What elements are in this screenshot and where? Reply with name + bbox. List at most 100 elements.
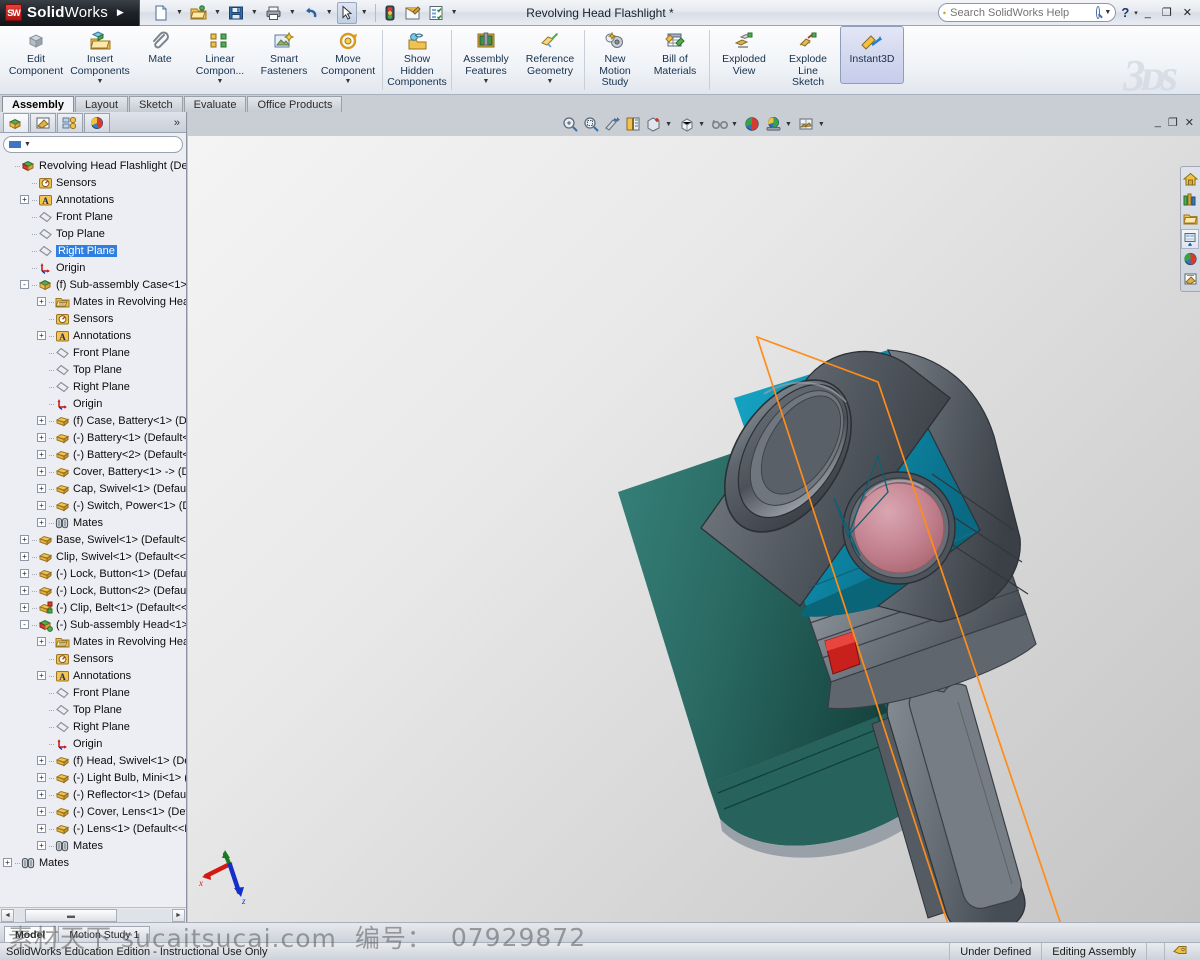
tree-item[interactable]: + ··· Mates xyxy=(0,837,186,854)
display-style-caret-icon[interactable]: ▼ xyxy=(665,121,672,128)
tree-item[interactable]: + ··· Mates xyxy=(0,854,186,871)
tree-item[interactable]: ··· Revolving Head Flashlight (Defau xyxy=(0,157,186,174)
tree-item[interactable]: + ··· Cap, Swivel<1> (Default< xyxy=(0,480,186,497)
view-palette-icon[interactable] xyxy=(1181,229,1199,249)
configuration-manager-tab[interactable] xyxy=(57,113,83,132)
section-view-icon[interactable] xyxy=(602,115,621,134)
tree-item[interactable]: ··· Right Plane xyxy=(0,378,186,395)
tree-expand-icon[interactable]: + xyxy=(37,484,46,493)
doc-restore-button[interactable]: ❐ xyxy=(1168,116,1178,129)
ribbon-linear-component-pattern[interactable]: Linear Compon... ▼ xyxy=(188,26,252,92)
tab-motion-study-1[interactable]: Motion Study 1 xyxy=(58,926,151,942)
scroll-right-arrow-icon[interactable]: ► xyxy=(172,908,185,922)
rebuild-button[interactable] xyxy=(380,2,400,24)
select-tool-button[interactable] xyxy=(336,1,357,24)
tree-expand-icon[interactable]: + xyxy=(37,433,46,442)
tree-item[interactable]: + ··· Clip, Swivel<1> (Default<<De xyxy=(0,548,186,565)
tree-item[interactable]: ··· Front Plane xyxy=(0,208,186,225)
ribbon-assembly-features[interactable]: Assembly Features ▼ xyxy=(454,26,518,92)
display-manager-tab[interactable] xyxy=(84,113,110,132)
tree-item[interactable]: +··· Mates in Revolving Head I xyxy=(0,293,186,310)
tree-item[interactable]: ··· Right Plane xyxy=(0,242,186,259)
tree-item[interactable]: ··· Front Plane xyxy=(0,344,186,361)
tree-item[interactable]: ··· Top Plane xyxy=(0,701,186,718)
tree-expand-icon[interactable]: + xyxy=(20,195,29,204)
appearance-caret-icon[interactable]: ▼ xyxy=(731,121,738,128)
tab-assembly[interactable]: Assembly xyxy=(2,96,74,112)
tab-sketch[interactable]: Sketch xyxy=(129,96,183,112)
property-manager-tab[interactable] xyxy=(30,113,56,132)
select-caret-icon[interactable]: ▼ xyxy=(358,2,371,24)
design-library-icon[interactable] xyxy=(1181,189,1199,209)
feature-manager-tab[interactable] xyxy=(3,113,29,132)
ribbon-new-motion-study[interactable]: New Motion Study xyxy=(587,26,643,92)
tree-item[interactable]: ··· Origin xyxy=(0,735,186,752)
new-document-button[interactable] xyxy=(150,2,172,24)
model-canvas[interactable]: x z xyxy=(188,136,1200,922)
ribbon-move-component[interactable]: Move Component ▼ xyxy=(316,26,380,92)
tree-expand-icon[interactable]: + xyxy=(37,501,46,510)
customize-caret-icon[interactable]: ▼ xyxy=(448,2,461,24)
print-caret-icon[interactable]: ▼ xyxy=(286,2,299,24)
tree-item[interactable]: + ··· (-) Clip, Belt<1> (Default<<D xyxy=(0,599,186,616)
tree-item[interactable]: ··· Right Plane xyxy=(0,718,186,735)
filter-caret-icon[interactable]: ▼ xyxy=(24,141,31,148)
tree-item[interactable]: ··· Origin xyxy=(0,259,186,276)
undo-button[interactable] xyxy=(300,2,322,24)
ribbon-mate[interactable]: Mate xyxy=(132,26,188,92)
save-button[interactable] xyxy=(225,2,247,24)
tree-item[interactable]: + ··· A Annotations xyxy=(0,327,186,344)
tree-expand-icon[interactable]: + xyxy=(20,552,29,561)
appearance-sphere-icon[interactable] xyxy=(1181,249,1199,269)
tree-item[interactable]: +··· Cover, Battery<1> -> (Def xyxy=(0,463,186,480)
tree-item[interactable]: + ··· (-) Lock, Button<1> (Default< xyxy=(0,565,186,582)
tree-item[interactable]: + ··· Base, Swivel<1> (Default<<D xyxy=(0,531,186,548)
folder-icon[interactable] xyxy=(1181,209,1199,229)
new-document-caret-icon[interactable]: ▼ xyxy=(173,2,186,24)
tree-expand-icon[interactable]: + xyxy=(37,824,46,833)
doc-close-button[interactable]: ✕ xyxy=(1185,116,1194,129)
tree-expand-icon[interactable]: + xyxy=(20,569,29,578)
custom-properties-icon[interactable] xyxy=(1181,269,1199,289)
tree-item[interactable]: +··· Mates in Revolving Head I xyxy=(0,633,186,650)
ribbon-instant3d[interactable]: Instant3D xyxy=(840,26,904,84)
ribbon-insert-components[interactable]: Insert Components ▼ xyxy=(68,26,132,92)
tree-expand-icon[interactable]: + xyxy=(37,518,46,527)
tree-item[interactable]: +··· (f) Case, Battery<1> (Defa xyxy=(0,412,186,429)
help-caret-icon[interactable]: ▾ xyxy=(1134,9,1138,17)
tree-expand-icon[interactable]: + xyxy=(20,535,29,544)
options-button[interactable] xyxy=(401,2,424,24)
tree-item[interactable]: + ··· (-) Lock, Button<2> (Default< xyxy=(0,582,186,599)
viewport-layout-icon[interactable] xyxy=(797,115,816,134)
tab-evaluate[interactable]: Evaluate xyxy=(183,96,247,112)
tree-item[interactable]: +··· (-) Switch, Power<1> (Def xyxy=(0,497,186,514)
revolving-head-flashlight-model[interactable] xyxy=(188,136,1200,922)
tree-item[interactable]: + ··· (-) Battery<1> (Default<< xyxy=(0,429,186,446)
tree-expand-icon[interactable]: + xyxy=(37,467,46,476)
dropdown-caret-icon[interactable]: ▼ xyxy=(547,78,554,85)
magnifier-icon[interactable] xyxy=(1096,6,1101,19)
units-tag-icon[interactable] xyxy=(1164,942,1200,960)
tree-collapse-icon[interactable]: - xyxy=(20,280,29,289)
tree-item[interactable]: + ··· Mates xyxy=(0,514,186,531)
display-style-icon[interactable] xyxy=(644,115,663,134)
doc-minimize-button[interactable]: _ xyxy=(1155,116,1161,129)
tree-item[interactable]: ··· Origin xyxy=(0,395,186,412)
solidworks-logo[interactable]: SW SolidWorks ▶ xyxy=(0,0,140,26)
tree-horizontal-scrollbar[interactable]: ◄ ▬ ► xyxy=(0,907,186,922)
tree-expand-icon[interactable]: + xyxy=(37,773,46,782)
help-button[interactable]: ? xyxy=(1119,5,1131,20)
scroll-track[interactable]: ▬ xyxy=(15,908,171,922)
tree-item[interactable]: -··· (f) Sub-assembly Case<1> (D xyxy=(0,276,186,293)
view-settings-icon[interactable] xyxy=(764,115,783,134)
ribbon-bill-of-materials[interactable]: Bill of Materials xyxy=(643,26,707,92)
print-button[interactable] xyxy=(262,2,285,24)
dropdown-caret-icon[interactable]: ▼ xyxy=(217,78,224,85)
tree-collapse-icon[interactable]: - xyxy=(20,620,29,629)
tree-item[interactable]: + ··· A Annotations xyxy=(0,667,186,684)
dropdown-caret-icon[interactable]: ▼ xyxy=(97,78,104,85)
scene-sphere-icon[interactable] xyxy=(743,115,762,134)
tab-model[interactable]: Model xyxy=(4,926,57,942)
tree-item[interactable]: + ··· (-) Lens<1> (Default<<De xyxy=(0,820,186,837)
ribbon-smart-fasteners[interactable]: Smart Fasteners xyxy=(252,26,316,92)
